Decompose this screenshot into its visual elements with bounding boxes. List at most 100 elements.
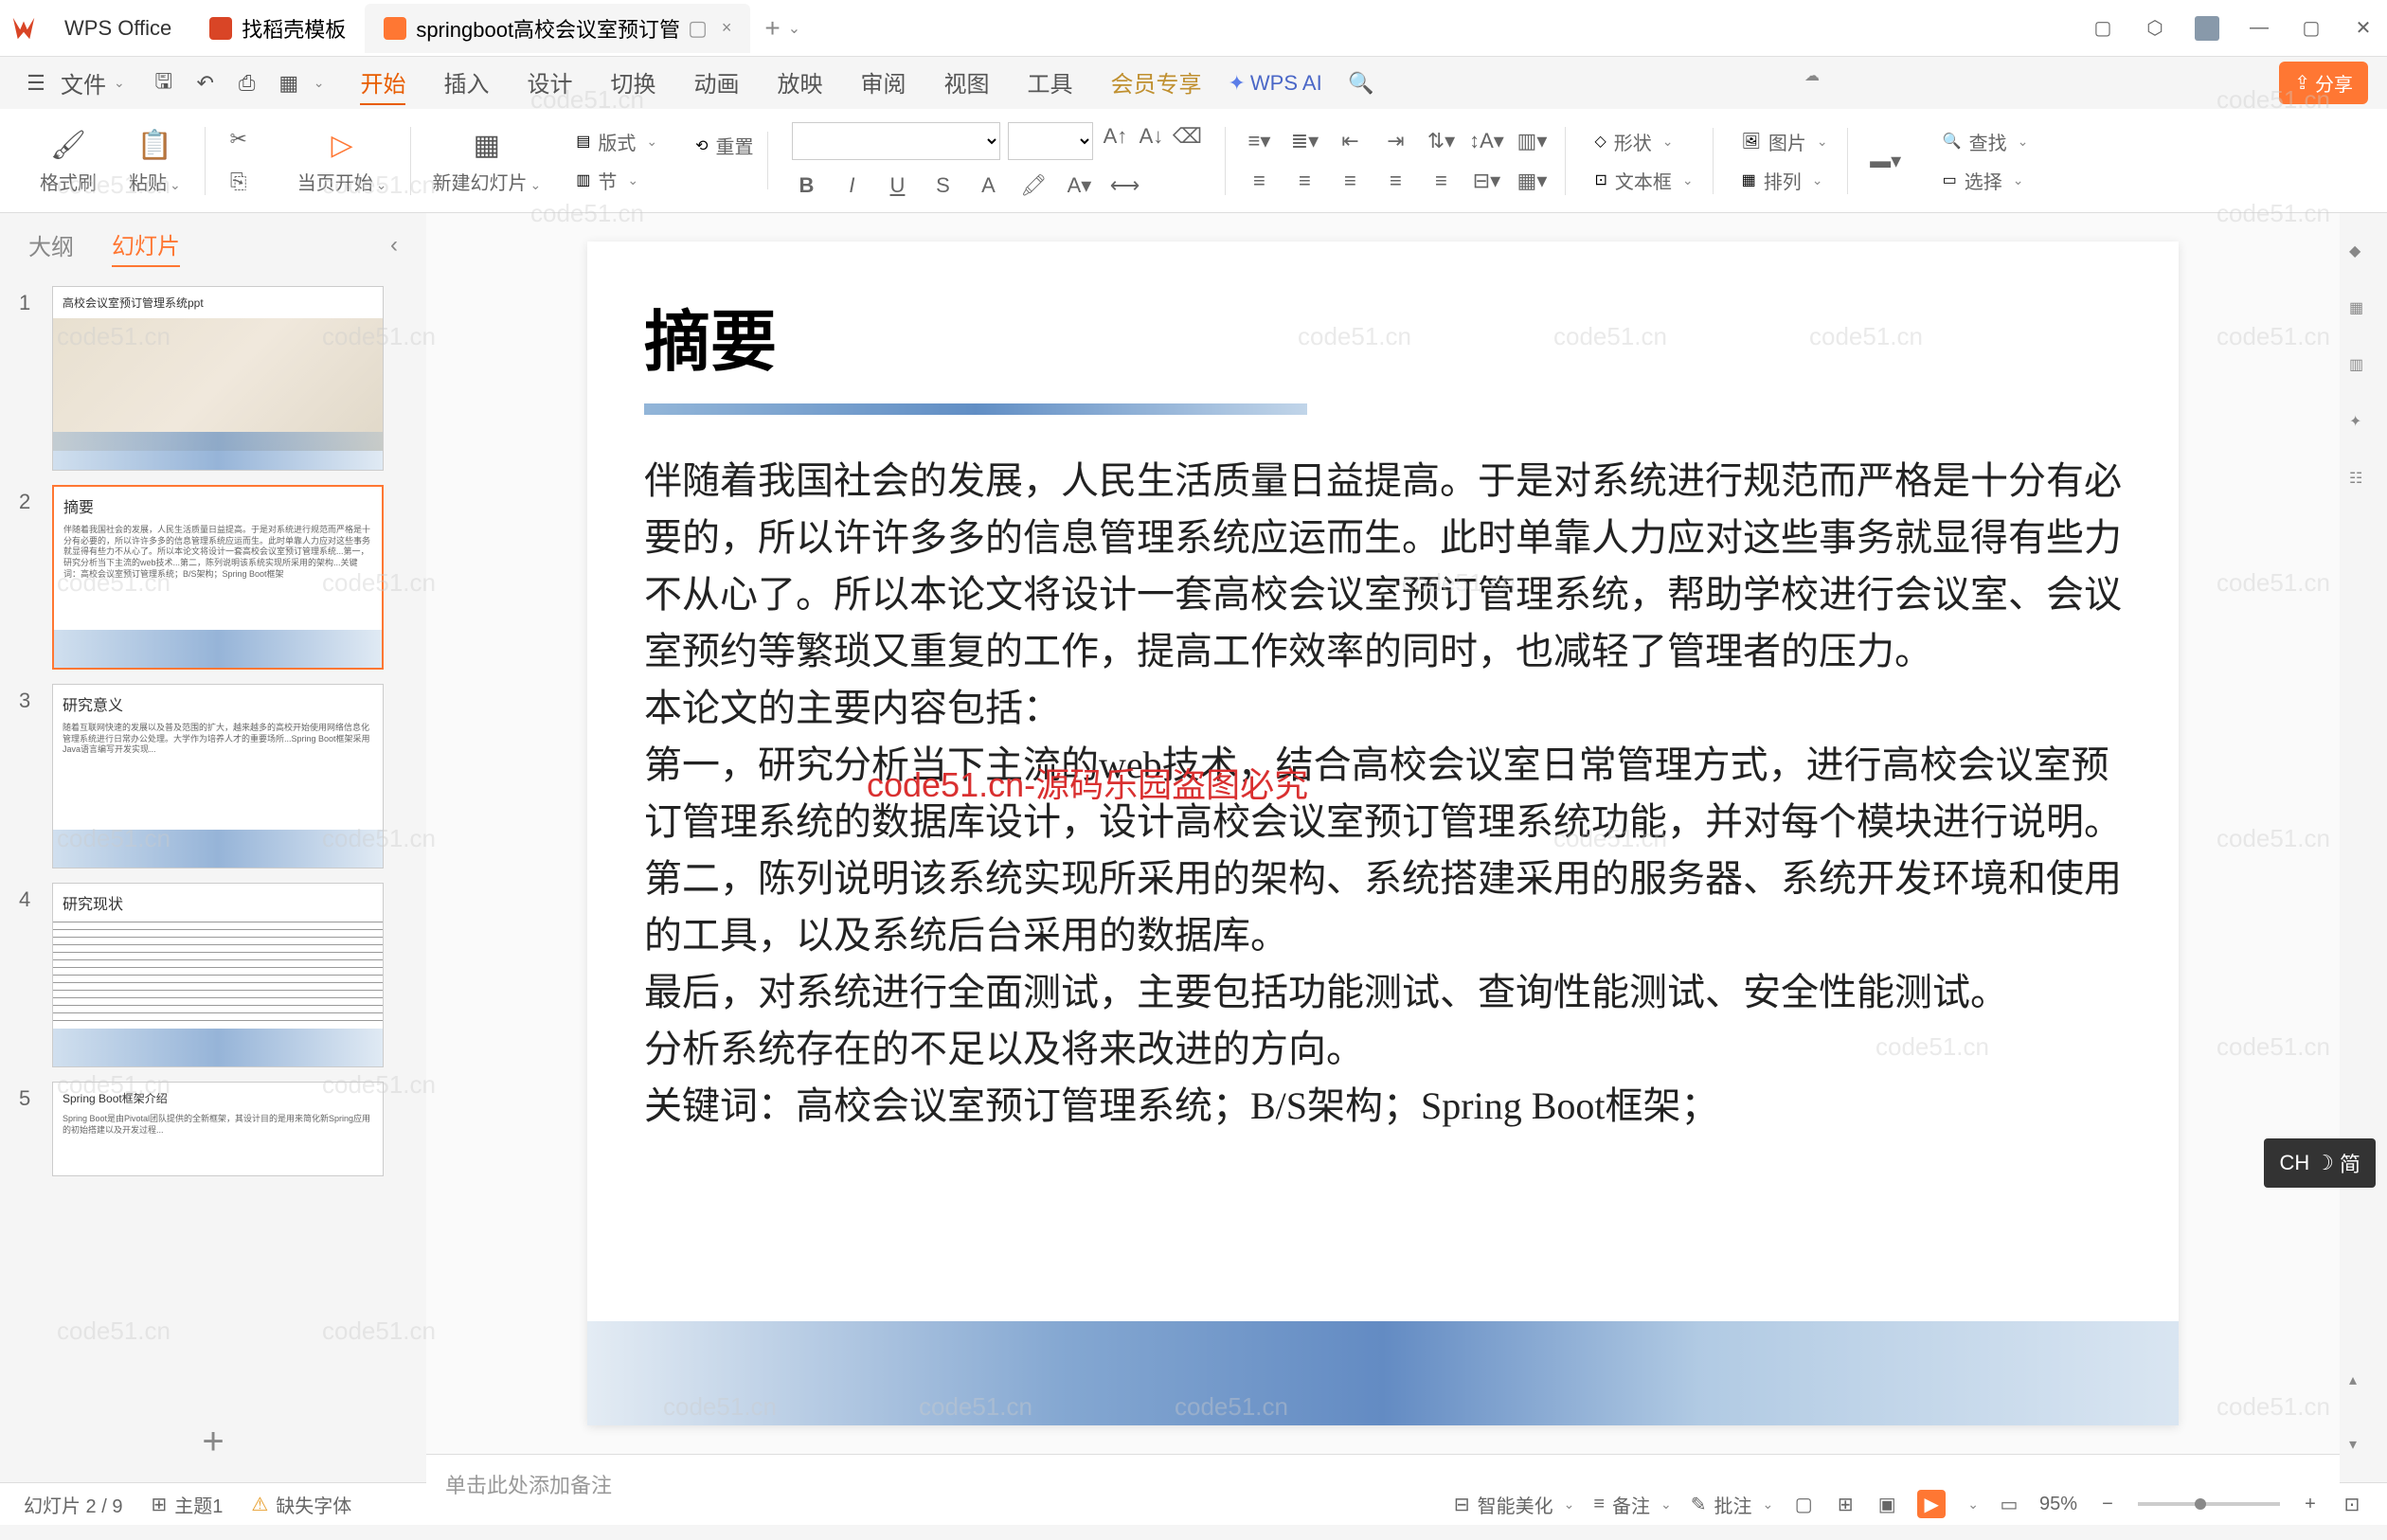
ribbon-select[interactable]: ▭ 选择⌄: [1943, 167, 2029, 194]
review-button[interactable]: ✎ 批注⌄: [1691, 1491, 1774, 1518]
char-spacing-icon[interactable]: ⟷: [1110, 171, 1139, 200]
zoom-handle[interactable]: [2195, 1498, 2206, 1510]
line-spacing-icon[interactable]: ⇅▾: [1427, 127, 1455, 155]
cloud-icon[interactable]: ☁: [1804, 66, 1839, 100]
menu-tab-design[interactable]: 设计: [527, 61, 572, 105]
save-icon[interactable]: 🖫: [147, 66, 181, 100]
ribbon-section[interactable]: ▥ 节⌄: [576, 167, 657, 194]
zoom-out-icon[interactable]: ▭: [1998, 1493, 2020, 1515]
slideshow-button[interactable]: ▶: [1917, 1490, 1946, 1518]
view-sorter-icon[interactable]: ⊞: [1834, 1493, 1857, 1515]
highlight-icon[interactable]: 🖍: [1019, 171, 1048, 200]
wps-ai-button[interactable]: ✦ WPS AI: [1228, 71, 1321, 96]
copy-icon[interactable]: ⎘: [224, 168, 253, 196]
font-size-select[interactable]: [1008, 122, 1093, 160]
zoom-value[interactable]: 95%: [2039, 1494, 2077, 1515]
ime-indicator[interactable]: CH ☽ 简: [2264, 1138, 2376, 1188]
menu-tab-animation[interactable]: 动画: [693, 61, 739, 105]
menu-tab-review[interactable]: 审阅: [860, 61, 906, 105]
sidebar-tab-slides[interactable]: 幻灯片: [112, 223, 180, 267]
ribbon-shape[interactable]: ◇ 形状⌄: [1594, 128, 1693, 155]
ribbon-from-current[interactable]: ▷ 当页开始⌄: [286, 127, 412, 195]
new-tab-button[interactable]: +: [764, 13, 780, 44]
slide-thumbnail-2[interactable]: 2 摘要 伴随着我国社会的发展，人民生活质量日益提高。于是对系统进行规范而严格是…: [19, 485, 407, 670]
vertical-align-icon[interactable]: ⊟▾: [1472, 167, 1500, 195]
view-reading-icon[interactable]: ▣: [1876, 1493, 1898, 1515]
beautify-button[interactable]: ⊟ 智能美化⌄: [1454, 1491, 1575, 1518]
qat-dropdown-icon[interactable]: ⌄: [314, 75, 325, 91]
increase-font-icon[interactable]: A↑: [1101, 122, 1129, 151]
cut-icon[interactable]: ✂: [224, 125, 253, 153]
ribbon-layout[interactable]: ▤ 版式⌄: [576, 128, 657, 155]
sidebar-collapse-icon[interactable]: ‹: [390, 232, 398, 259]
text-direction-icon[interactable]: ↕A▾: [1472, 127, 1500, 155]
rside-icon-1[interactable]: ◆: [2349, 242, 2378, 270]
slide-thumbnail-4[interactable]: 4 研究现状: [19, 883, 407, 1067]
ribbon-reset[interactable]: ⟲ 重置: [695, 132, 753, 159]
rside-icon-4[interactable]: ✦: [2349, 412, 2378, 440]
ribbon-new-slide[interactable]: ▦ 新建幻灯片⌄: [421, 127, 552, 195]
ribbon-format-brush[interactable]: 🖌 格式刷: [28, 127, 108, 195]
increase-indent-icon[interactable]: ⇥: [1381, 127, 1409, 155]
menu-tab-tools[interactable]: 工具: [1027, 61, 1072, 105]
slide-content[interactable]: 伴随着我国社会的发展，人民生活质量日益提高。于是对系统进行规范而严格是十分有必要…: [644, 453, 2122, 1135]
slide-thumbnail-5[interactable]: 5 Spring Boot框架介绍 Spring Boot是由Pivotal团队…: [19, 1082, 407, 1176]
ribbon-textbox[interactable]: ⊡ 文本框⌄: [1594, 167, 1693, 194]
font-family-select[interactable]: [792, 122, 1000, 160]
slide-title[interactable]: 摘要: [644, 289, 2122, 385]
slide-counter[interactable]: 幻灯片 2 / 9: [24, 1491, 122, 1518]
window-tabs-icon[interactable]: ▢: [2089, 14, 2117, 43]
text-effect-icon[interactable]: A: [974, 171, 1002, 200]
align-center-icon[interactable]: ≡: [1290, 167, 1319, 195]
rside-icon-3[interactable]: ▥: [2349, 355, 2378, 384]
tab-dropdown-icon[interactable]: ⌄: [788, 19, 800, 38]
menu-tab-vip[interactable]: 会员专享: [1110, 61, 1201, 105]
sidebar-tab-outline[interactable]: 大纲: [28, 224, 74, 266]
decrease-indent-icon[interactable]: ⇤: [1336, 127, 1364, 155]
underline-icon[interactable]: U: [883, 171, 911, 200]
columns-icon[interactable]: ▥▾: [1517, 127, 1546, 155]
zoom-minus-icon[interactable]: −: [2096, 1493, 2119, 1515]
cube-icon[interactable]: ⬡: [2141, 14, 2169, 43]
decrease-font-icon[interactable]: A↓: [1137, 122, 1165, 151]
rside-icon-2[interactable]: ▦: [2349, 298, 2378, 327]
avatar-icon[interactable]: [2193, 14, 2221, 43]
app-name-tab[interactable]: WPS Office: [45, 7, 190, 50]
menu-tab-view[interactable]: 视图: [943, 61, 989, 105]
font-color-icon[interactable]: A▾: [1065, 171, 1093, 200]
bold-icon[interactable]: B: [792, 171, 820, 200]
tab-document[interactable]: springboot高校会议室预订管 ▢ ×: [365, 4, 750, 53]
print-icon[interactable]: ⎙: [230, 66, 264, 100]
fit-window-icon[interactable]: ⊡: [2341, 1493, 2363, 1515]
slide-canvas[interactable]: 摘要 伴随着我国社会的发展，人民生活质量日益提高。于是对系统进行规范而严格是十分…: [426, 213, 2340, 1454]
numbering-icon[interactable]: ≣▾: [1290, 127, 1319, 155]
bullets-icon[interactable]: ≡▾: [1245, 127, 1273, 155]
undo-icon[interactable]: ↶: [188, 66, 223, 100]
slideshow-dropdown[interactable]: ⌄: [1967, 1496, 1979, 1513]
notes-button[interactable]: ≡ 备注⌄: [1593, 1491, 1671, 1518]
clear-format-icon[interactable]: ⌫: [1173, 122, 1201, 151]
menu-tab-slideshow[interactable]: 放映: [777, 61, 822, 105]
print-preview-icon[interactable]: ▦: [272, 66, 306, 100]
slide-thumbnail-1[interactable]: 1 高校会议室预订管理系统ppt: [19, 286, 407, 471]
rside-icon-5[interactable]: ☷: [2349, 469, 2378, 497]
align-left-icon[interactable]: ≡: [1245, 167, 1273, 195]
italic-icon[interactable]: I: [837, 171, 866, 200]
close-button[interactable]: ✕: [2349, 14, 2378, 43]
tab-templates[interactable]: 找稻壳模板: [190, 4, 365, 53]
rside-scroll-up-icon[interactable]: ▴: [2349, 1370, 2378, 1399]
tab-close-button[interactable]: ×: [722, 18, 732, 38]
align-distribute-icon[interactable]: ≡: [1427, 167, 1455, 195]
minimize-button[interactable]: —: [2245, 14, 2273, 43]
smartart-icon[interactable]: ▦▾: [1517, 167, 1546, 195]
ribbon-find[interactable]: 🔍 查找⌄: [1943, 128, 2029, 155]
ribbon-paste[interactable]: 📋 粘贴⌄: [117, 127, 206, 195]
maximize-button[interactable]: ▢: [2297, 14, 2325, 43]
theme-status[interactable]: ⊞ 主题1: [151, 1491, 223, 1518]
align-right-icon[interactable]: ≡: [1336, 167, 1364, 195]
ribbon-arrange[interactable]: ▦ 排列⌄: [1742, 167, 1828, 194]
menu-tab-insert[interactable]: 插入: [443, 61, 489, 105]
menu-hamburger-icon[interactable]: ☰: [19, 66, 53, 100]
missing-fonts[interactable]: ⚠ 缺失字体: [251, 1491, 351, 1518]
align-justify-icon[interactable]: ≡: [1381, 167, 1409, 195]
